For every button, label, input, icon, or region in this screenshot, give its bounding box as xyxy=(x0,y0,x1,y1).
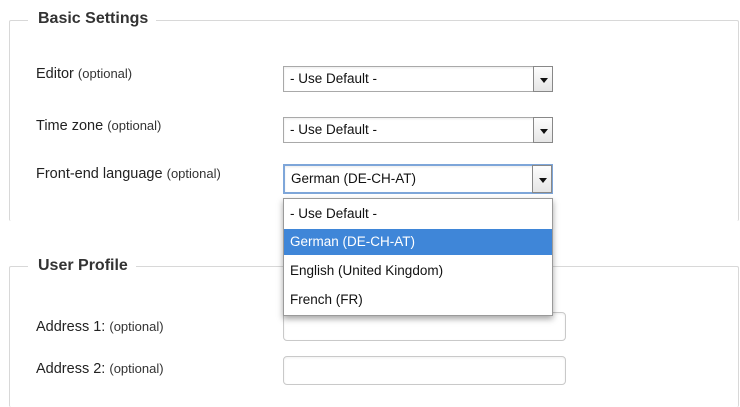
frontend-language-optional-text: (optional) xyxy=(166,166,221,181)
frontend-language-label-text: Front-end language xyxy=(36,166,163,182)
address1-label: Address 1: (optional) xyxy=(36,318,164,336)
frontend-language-select-value: German (DE-CH-AT) xyxy=(291,171,417,186)
chevron-down-icon xyxy=(540,78,548,83)
address1-optional-text: (optional) xyxy=(109,319,164,334)
user-profile-legend: User Profile xyxy=(28,256,136,276)
basic-settings-legend: Basic Settings xyxy=(28,9,157,29)
language-option-french[interactable]: French (FR) xyxy=(284,287,552,313)
address2-optional-text: (optional) xyxy=(109,361,164,376)
frontend-language-select-button[interactable] xyxy=(532,165,552,193)
timezone-select-button[interactable] xyxy=(533,117,553,143)
chevron-down-icon xyxy=(539,178,547,183)
timezone-label: Time zone (optional) xyxy=(36,117,161,135)
editor-label-text: Editor xyxy=(36,66,74,82)
language-option-default[interactable]: - Use Default - xyxy=(284,201,552,227)
timezone-label-text: Time zone xyxy=(36,118,104,134)
language-option-german[interactable]: German (DE-CH-AT) xyxy=(284,229,552,255)
editor-select[interactable]: - Use Default - xyxy=(283,66,553,92)
timezone-select-value: - Use Default - xyxy=(290,122,378,137)
address1-input[interactable] xyxy=(283,312,566,341)
address2-input[interactable] xyxy=(283,356,566,385)
address1-label-text: Address 1: xyxy=(36,319,106,335)
address2-label-text: Address 2: xyxy=(36,361,106,377)
frontend-language-select[interactable]: German (DE-CH-AT) xyxy=(283,164,553,194)
language-dropdown-list: - Use Default - German (DE-CH-AT) Englis… xyxy=(283,198,553,316)
timezone-optional-text: (optional) xyxy=(107,118,162,133)
editor-label: Editor (optional) xyxy=(36,65,132,83)
editor-select-button[interactable] xyxy=(533,66,553,92)
address2-label: Address 2: (optional) xyxy=(36,360,164,378)
chevron-down-icon xyxy=(540,129,548,134)
language-option-english[interactable]: English (United Kingdom) xyxy=(284,258,552,284)
frontend-language-label: Front-end language (optional) xyxy=(36,165,221,183)
timezone-select[interactable]: - Use Default - xyxy=(283,117,553,143)
editor-optional-text: (optional) xyxy=(77,66,133,81)
editor-select-value: - Use Default - xyxy=(290,71,378,86)
